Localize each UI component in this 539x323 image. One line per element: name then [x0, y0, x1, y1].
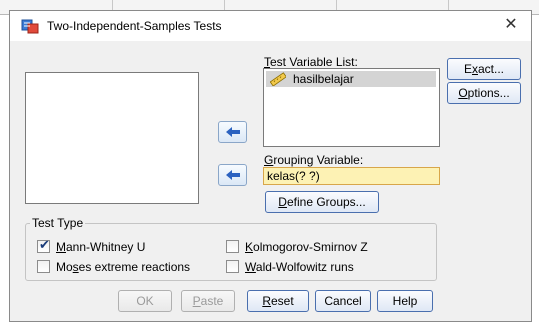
close-button[interactable]: ✕ [499, 14, 523, 36]
define-groups-button[interactable]: Define Groups... [265, 191, 379, 213]
checkmark-icon: ✔ [39, 237, 50, 252]
wald-wolfowitz-checkbox[interactable] [226, 260, 239, 273]
test-type-title: Test Type [30, 216, 86, 230]
grouping-variable-label: Grouping Variable: [264, 153, 364, 167]
options-button[interactable]: Options... [447, 82, 521, 104]
move-to-grouping-variable-button[interactable] [218, 164, 247, 186]
cancel-button[interactable]: Cancel [315, 290, 371, 312]
exact-button[interactable]: Ex act... [447, 58, 521, 80]
arrow-left-icon [225, 127, 240, 137]
list-item[interactable]: hasilbelajar [266, 71, 436, 87]
move-to-test-variable-button[interactable] [218, 121, 247, 143]
test-variable-list[interactable]: hasilbelajar [263, 68, 440, 147]
source-variable-list[interactable] [25, 72, 199, 204]
grouping-variable-field[interactable]: kelas(? ?) [263, 167, 440, 185]
test-variable-list-label: Test Variable List: [264, 55, 358, 69]
arrow-left-icon [225, 170, 240, 180]
title-bar: Two-Independent-Samples Tests ✕ [10, 11, 531, 41]
kolmogorov-smirnov-label: Kolmogorov-Smirnov Z [245, 240, 368, 254]
dialog-title: Two-Independent-Samples Tests [47, 19, 222, 33]
ok-button[interactable]: OK [118, 290, 172, 312]
paste-button[interactable]: Paste [181, 290, 235, 312]
list-item-label: hasilbelajar [293, 72, 354, 86]
moses-extreme-reactions-label: Moses extreme reactions [56, 260, 191, 274]
help-button[interactable]: Help [377, 290, 433, 312]
two-independent-samples-dialog: Two-Independent-Samples Tests ✕ Test Var… [9, 10, 532, 322]
spss-dialog-icon [21, 19, 39, 34]
mann-whitney-checkbox[interactable]: ✔ [37, 237, 50, 253]
wald-wolfowitz-label: Wald-Wolfowitz runs [245, 260, 354, 274]
mann-whitney-label: Mann-Whitney U [56, 240, 146, 254]
scale-ruler-icon [270, 72, 286, 86]
moses-extreme-reactions-checkbox[interactable] [37, 260, 50, 273]
grouping-variable-value: kelas(? ?) [267, 169, 320, 183]
kolmogorov-smirnov-checkbox[interactable] [226, 240, 239, 253]
reset-button[interactable]: Reset [247, 290, 309, 312]
